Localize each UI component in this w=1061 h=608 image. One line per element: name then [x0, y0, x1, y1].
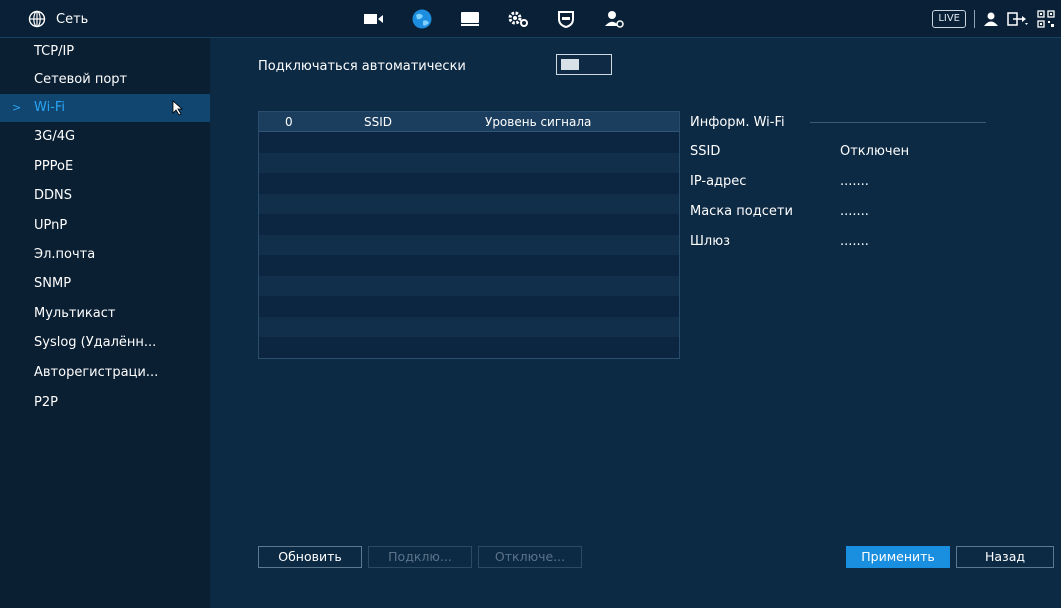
top-right-controls: LIVE	[932, 8, 1055, 30]
sidebar-item-wifi[interactable]: > Wi-Fi	[0, 94, 210, 122]
table-row[interactable]	[259, 296, 679, 317]
sidebar-item-multicast[interactable]: Мультикаст	[0, 300, 210, 328]
menu-title: Сеть	[56, 11, 89, 27]
sidebar-item-ddns[interactable]: DDNS	[0, 182, 210, 210]
live-button[interactable]: LIVE	[932, 10, 966, 28]
column-header-index[interactable]: 0	[285, 112, 293, 132]
divider	[974, 10, 975, 28]
table-row[interactable]	[259, 214, 679, 235]
info-value-gateway: .......	[840, 234, 869, 249]
sidebar-item-network-port[interactable]: Сетевой порт	[0, 66, 210, 94]
table-body	[259, 132, 679, 358]
info-label-subnet: Маска подсети	[690, 204, 793, 219]
info-value-subnet: .......	[840, 204, 869, 219]
sidebar-item-label: Wi-Fi	[34, 100, 66, 115]
auto-connect-label: Подключаться автоматически	[258, 59, 466, 74]
table-row[interactable]	[259, 275, 679, 296]
sidebar-item-syslog[interactable]: Syslog (Удалённ...	[0, 329, 210, 357]
back-button[interactable]: Назад	[956, 546, 1054, 568]
sidebar-item-label: UPnP	[34, 218, 68, 233]
security-shield-icon[interactable]	[542, 5, 590, 33]
main-panel: Подключаться автоматически 0 SSID Уровен…	[210, 38, 1061, 608]
table-row[interactable]	[259, 152, 679, 173]
sidebar-item-p2p[interactable]: P2P	[0, 389, 210, 417]
mouse-cursor-icon	[172, 100, 184, 116]
top-bar: Сеть LIVE	[0, 0, 1061, 38]
info-label-ssid: SSID	[690, 144, 721, 159]
connect-button[interactable]: Подклю...	[368, 546, 472, 568]
sidebar-item-3g4g[interactable]: 3G/4G	[0, 123, 210, 151]
table-row[interactable]	[259, 316, 679, 337]
user-icon[interactable]	[983, 11, 999, 27]
info-value-ip: .......	[840, 174, 869, 189]
wifi-info-divider	[810, 122, 986, 123]
sidebar-item-label: Авторегистраци...	[34, 365, 159, 380]
logout-icon[interactable]	[1007, 11, 1029, 27]
sidebar-item-label: SNMP	[34, 276, 72, 291]
sidebar-item-label: Сетевой порт	[34, 72, 128, 87]
disconnect-button[interactable]: Отключе...	[478, 546, 582, 568]
storage-icon[interactable]	[446, 5, 494, 33]
sidebar: TCP/IP Сетевой порт > Wi-Fi 3G/4G PPPoE …	[0, 38, 210, 608]
sidebar-item-snmp[interactable]: SNMP	[0, 270, 210, 298]
wifi-network-table: 0 SSID Уровень сигнала	[258, 111, 680, 359]
sidebar-item-label: DDNS	[34, 188, 72, 203]
table-header: 0 SSID Уровень сигнала	[259, 112, 679, 132]
sidebar-item-label: 3G/4G	[34, 129, 76, 144]
network-globe-icon[interactable]	[398, 5, 446, 33]
qr-code-icon[interactable]	[1037, 10, 1055, 28]
sidebar-item-pppoe[interactable]: PPPoE	[0, 153, 210, 181]
auto-connect-toggle[interactable]	[556, 54, 612, 75]
sidebar-item-label: P2P	[34, 395, 58, 410]
table-row[interactable]	[259, 255, 679, 276]
sidebar-item-label: Syslog (Удалённ...	[34, 335, 157, 350]
main-nav	[350, 5, 638, 33]
info-label-gateway: Шлюз	[690, 234, 731, 249]
sidebar-item-label: Мультикаст	[34, 306, 116, 321]
sidebar-item-tcpip[interactable]: TCP/IP	[0, 38, 210, 66]
refresh-button[interactable]: Обновить	[258, 546, 362, 568]
table-row[interactable]	[259, 193, 679, 214]
info-value-ssid: Отключен	[840, 144, 910, 159]
sidebar-item-autoregister[interactable]: Авторегистраци...	[0, 359, 210, 387]
sidebar-item-label: Эл.почта	[34, 247, 96, 262]
sidebar-item-email[interactable]: Эл.почта	[0, 241, 210, 269]
settings-gears-icon[interactable]	[494, 5, 542, 33]
table-row[interactable]	[259, 337, 679, 358]
sidebar-item-upnp[interactable]: UPnP	[0, 212, 210, 240]
network-globe-small-icon	[28, 10, 46, 28]
toggle-knob	[561, 59, 579, 70]
apply-button[interactable]: Применить	[846, 546, 950, 568]
menu-title-area[interactable]: Сеть	[28, 9, 88, 29]
table-row[interactable]	[259, 173, 679, 194]
table-row[interactable]	[259, 234, 679, 255]
column-header-ssid[interactable]: SSID	[364, 112, 392, 132]
camera-icon[interactable]	[350, 5, 398, 33]
info-label-ip: IP-адрес	[690, 174, 747, 189]
sidebar-item-label: PPPoE	[34, 159, 74, 174]
wifi-info-title: Информ. Wi-Fi	[690, 115, 785, 130]
table-row[interactable]	[259, 132, 679, 153]
sidebar-item-label: TCP/IP	[34, 44, 75, 59]
account-icon[interactable]	[590, 5, 638, 33]
column-header-signal[interactable]: Уровень сигнала	[485, 112, 591, 132]
chevron-right-icon: >	[12, 101, 22, 114]
